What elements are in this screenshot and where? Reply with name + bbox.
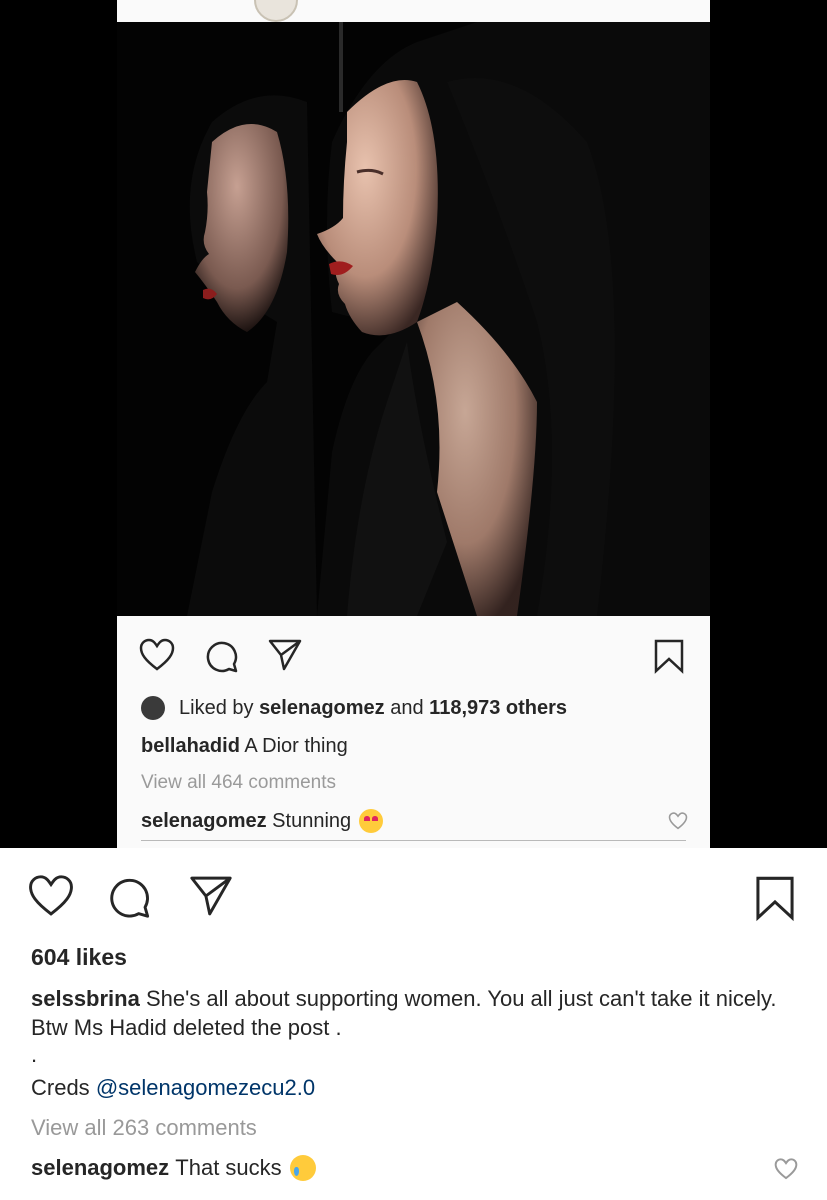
comment-username[interactable]: selenagomez (31, 1155, 169, 1181)
embedded-header (117, 0, 710, 22)
heart-icon (139, 638, 175, 677)
embedded-caption: bellahadid A Dior thing (141, 735, 348, 758)
send-icon[interactable] (188, 874, 234, 923)
post-caption: selssbrina She's all about supporting wo… (31, 984, 806, 1042)
post-photo[interactable] (117, 22, 710, 616)
comment-like-heart-icon[interactable] (774, 1158, 798, 1185)
embedded-view-all-comments: View all 464 comments (141, 772, 337, 793)
caption-text: She's all about supporting women. You al… (31, 986, 777, 1040)
embedded-comment: selenagomez Stunning (141, 809, 384, 833)
liked-by-others: 118,973 others (429, 696, 568, 719)
comment-text: Stunning (272, 809, 352, 832)
bookmark-icon (653, 638, 685, 679)
avatar (254, 0, 298, 22)
creds-label: Creds (31, 1075, 90, 1100)
caption-username: bellahadid (141, 735, 240, 757)
comment-username: selenagomez (141, 809, 267, 832)
comment-icon (205, 638, 241, 679)
caption-creds: Creds @selenagomezecu2.0 (31, 1075, 315, 1101)
comment-text: That sucks (175, 1155, 282, 1180)
post-action-bar (0, 866, 827, 930)
caption-username[interactable]: selssbrina (31, 986, 140, 1011)
send-icon (267, 638, 303, 677)
view-all-comments-link[interactable]: View all 263 comments (31, 1115, 257, 1141)
likes-count[interactable]: 604 likes (31, 944, 127, 971)
embedded-action-bar (117, 630, 710, 682)
liker-avatar (141, 696, 165, 720)
crying-face-emoji-icon (289, 1155, 316, 1181)
heart-eyes-emoji-icon (359, 809, 384, 833)
bookmark-icon[interactable] (754, 874, 796, 927)
liked-by-joiner: and (390, 696, 424, 719)
creds-mention-link[interactable]: @selenagomezecu2.0 (96, 1075, 315, 1100)
caption-text: A Dior thing (244, 735, 348, 757)
comment-icon[interactable] (108, 874, 154, 925)
embedded-post-footer: Liked by selenagomez and 118,973 others … (117, 616, 710, 848)
liker-username: selenagomez (259, 696, 385, 719)
comment-heart-icon (668, 812, 688, 835)
caption-dot: . (31, 1042, 38, 1067)
embedded-screenshot: Liked by selenagomez and 118,973 others … (0, 0, 827, 848)
divider (141, 840, 686, 841)
comment-row: selenagomez That sucks (31, 1155, 316, 1181)
embedded-likes-line: Liked by selenagomez and 118,973 others (141, 696, 567, 720)
heart-icon[interactable] (28, 874, 74, 923)
liked-by-prefix: Liked by (179, 696, 254, 719)
